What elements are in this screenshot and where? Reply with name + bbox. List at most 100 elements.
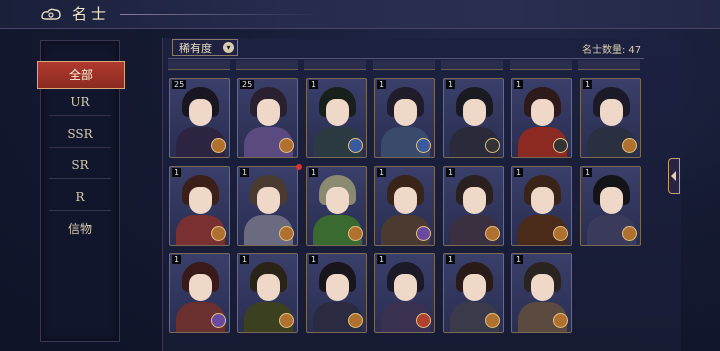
element-badge-icon xyxy=(348,226,363,241)
element-badge-icon xyxy=(211,138,226,153)
scrolled-card-strip xyxy=(373,60,435,70)
element-badge-icon xyxy=(416,313,431,328)
element-badge-icon xyxy=(485,226,500,241)
collapse-arrow-button[interactable] xyxy=(668,158,680,194)
card-level: 1 xyxy=(377,80,387,89)
card-level: 1 xyxy=(172,168,182,177)
card-level: 25 xyxy=(172,80,187,89)
character-card[interactable]: 1 xyxy=(443,78,504,158)
element-badge-icon xyxy=(211,226,226,241)
sidebar-item-sr[interactable]: SR xyxy=(49,152,111,179)
character-card[interactable]: 1 xyxy=(169,166,230,246)
character-card[interactable]: 1 xyxy=(443,253,504,333)
scrolled-card-strip xyxy=(236,60,298,70)
character-portrait xyxy=(189,274,212,301)
element-badge-icon xyxy=(348,313,363,328)
card-level: 1 xyxy=(309,80,319,89)
character-card[interactable]: 1 xyxy=(306,78,367,158)
title-divider xyxy=(120,14,320,15)
scrolled-card-strip xyxy=(510,60,572,70)
scrolled-card-strip xyxy=(578,60,640,70)
sidebar-item-r[interactable]: R xyxy=(49,184,111,211)
element-badge-icon xyxy=(553,313,568,328)
card-level: 1 xyxy=(446,255,456,264)
character-card[interactable]: 25 xyxy=(237,78,298,158)
card-level: 1 xyxy=(240,255,250,264)
element-badge-icon xyxy=(622,226,637,241)
character-portrait xyxy=(326,274,349,301)
element-badge-icon xyxy=(553,138,568,153)
character-portrait xyxy=(394,187,417,214)
card-level: 1 xyxy=(583,80,593,89)
character-portrait xyxy=(189,99,212,126)
notification-dot xyxy=(296,164,302,170)
character-card[interactable]: 1 xyxy=(443,166,504,246)
character-card[interactable]: 1 xyxy=(169,253,230,333)
card-level: 1 xyxy=(172,255,182,264)
sidebar-item-all[interactable]: 全部 xyxy=(37,61,125,89)
sidebar-item-token[interactable]: 信物 xyxy=(49,216,111,242)
cloud-icon xyxy=(41,8,61,20)
character-card[interactable]: 1 xyxy=(511,253,572,333)
card-level: 1 xyxy=(240,168,250,177)
element-badge-icon xyxy=(553,226,568,241)
rarity-filter-label: 稀有度 xyxy=(179,42,212,55)
element-badge-icon xyxy=(279,313,294,328)
character-card[interactable]: 1 xyxy=(306,166,367,246)
element-badge-icon xyxy=(348,138,363,153)
character-card[interactable]: 1 xyxy=(374,78,435,158)
page-title: 名士 xyxy=(72,5,111,23)
character-portrait xyxy=(394,99,417,126)
character-portrait xyxy=(326,187,349,214)
character-portrait xyxy=(600,187,623,214)
character-card[interactable]: 1 xyxy=(511,166,572,246)
character-card[interactable]: 1 xyxy=(374,253,435,333)
card-level: 1 xyxy=(309,168,319,177)
card-level: 1 xyxy=(514,80,524,89)
character-portrait xyxy=(257,187,280,214)
sidebar-item-ssr[interactable]: SSR xyxy=(49,121,111,148)
element-badge-icon xyxy=(485,313,500,328)
top-bar: 名士 xyxy=(0,0,720,29)
category-sidebar: 全部 UR SSR SR R 信物 xyxy=(37,40,125,342)
character-card[interactable]: 1 xyxy=(306,253,367,333)
character-card[interactable]: 1 xyxy=(237,166,298,246)
character-portrait xyxy=(463,99,486,126)
card-level: 1 xyxy=(514,255,524,264)
card-level: 25 xyxy=(240,80,255,89)
character-portrait xyxy=(394,274,417,301)
element-badge-icon xyxy=(622,138,637,153)
character-card[interactable]: 1 xyxy=(580,166,641,246)
character-card[interactable]: 25 xyxy=(169,78,230,158)
card-level: 1 xyxy=(514,168,524,177)
character-card[interactable]: 1 xyxy=(237,253,298,333)
card-level: 1 xyxy=(377,168,387,177)
chevron-down-icon: ▾ xyxy=(223,42,234,53)
character-card[interactable]: 1 xyxy=(511,78,572,158)
rarity-filter-button[interactable]: 稀有度 ▾ xyxy=(172,39,238,56)
element-badge-icon xyxy=(485,138,500,153)
character-portrait xyxy=(257,274,280,301)
sidebar-item-ur[interactable]: UR xyxy=(49,89,111,116)
element-badge-icon xyxy=(416,226,431,241)
card-count-label: 名士数量: xyxy=(582,45,626,56)
card-level: 1 xyxy=(446,80,456,89)
character-portrait xyxy=(531,99,554,126)
character-portrait xyxy=(600,99,623,126)
character-card[interactable]: 1 xyxy=(374,166,435,246)
element-badge-icon xyxy=(279,226,294,241)
element-badge-icon xyxy=(416,138,431,153)
character-portrait xyxy=(257,99,280,126)
card-count: 名士数量: 47 xyxy=(582,41,641,56)
card-level: 1 xyxy=(583,168,593,177)
card-count-value: 47 xyxy=(628,45,642,56)
character-portrait xyxy=(531,187,554,214)
scrolled-card-strip xyxy=(304,60,366,70)
element-badge-icon xyxy=(279,138,294,153)
character-portrait xyxy=(326,99,349,126)
card-level: 1 xyxy=(377,255,387,264)
character-card[interactable]: 1 xyxy=(580,78,641,158)
character-portrait xyxy=(463,274,486,301)
character-portrait xyxy=(531,274,554,301)
character-portrait xyxy=(463,187,486,214)
